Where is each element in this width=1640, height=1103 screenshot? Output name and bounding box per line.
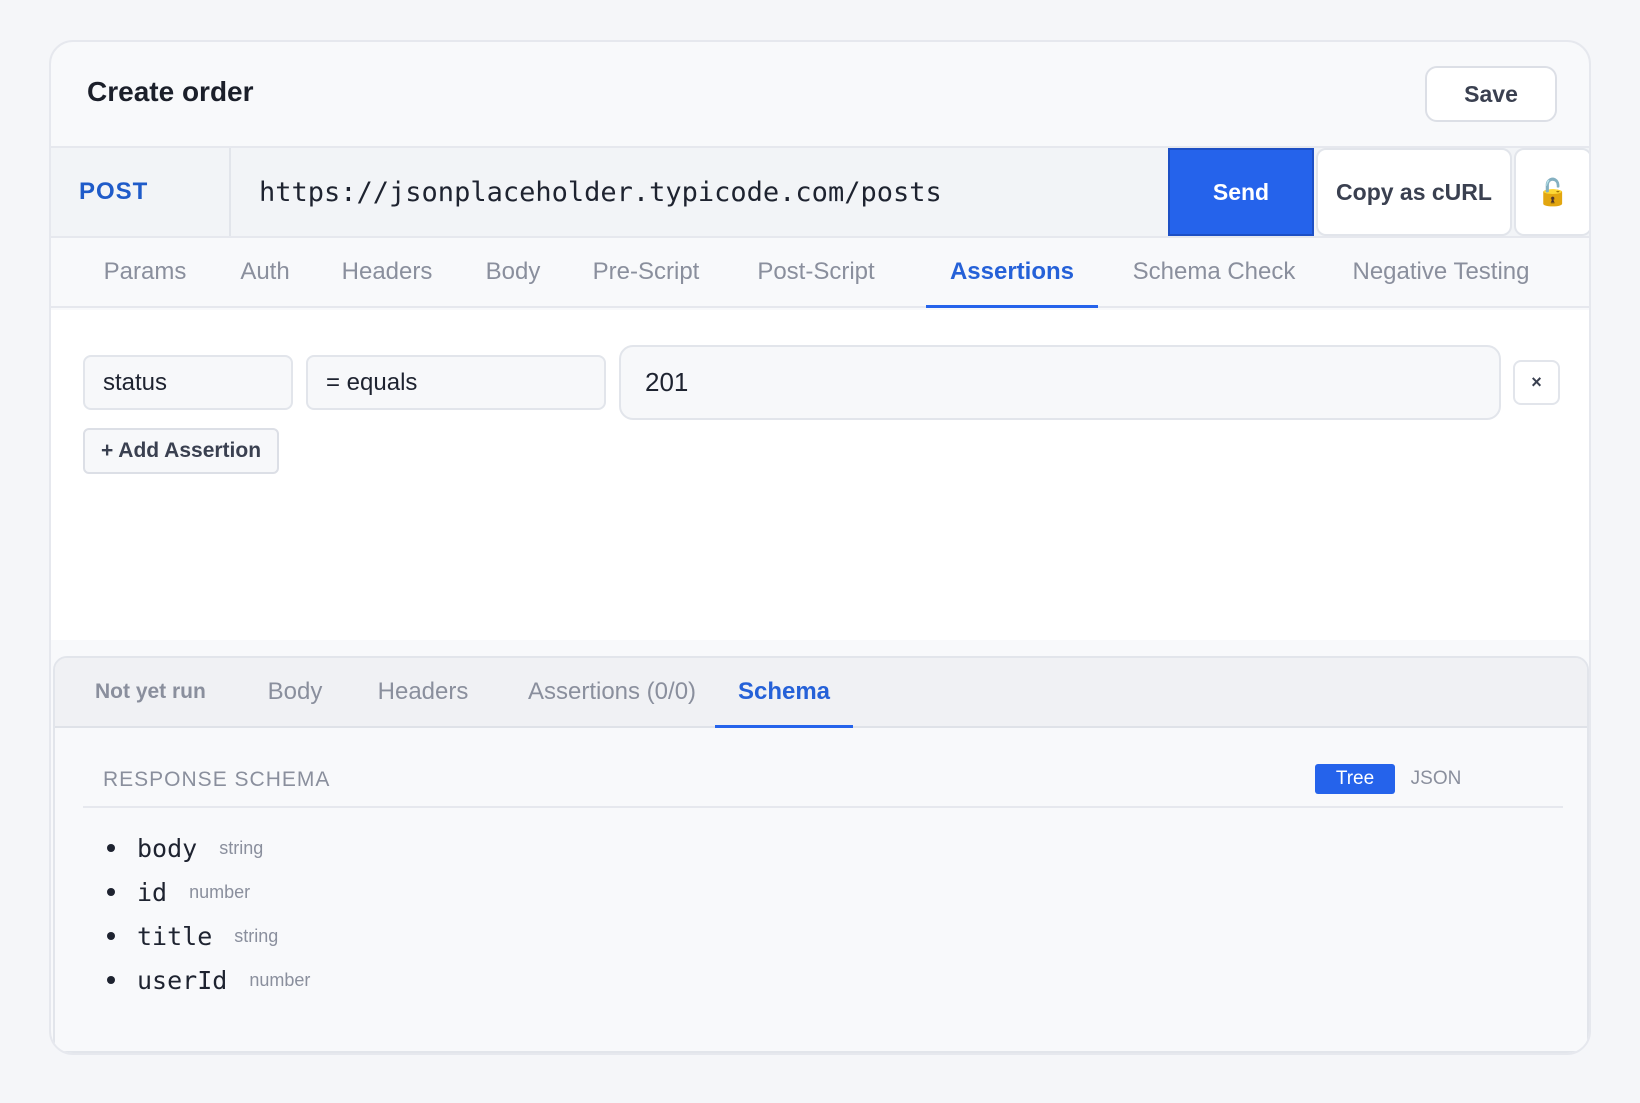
tab-schema-check[interactable]: Schema Check xyxy=(1109,238,1319,306)
property-name: title xyxy=(137,921,213,951)
assertions-panel: status = equals 201 × + Add Assertion xyxy=(51,310,1589,640)
schema-property: body string xyxy=(107,826,310,870)
method-selector[interactable]: POST xyxy=(51,148,231,236)
lock-button[interactable]: 🔓 xyxy=(1514,148,1589,236)
request-tabs: Params Auth Headers Body Pre-Script Post… xyxy=(51,238,1589,308)
property-type: number xyxy=(189,881,251,902)
response-tab-assertions[interactable]: Assertions (0/0) xyxy=(509,658,715,726)
response-tab-body[interactable]: Body xyxy=(245,658,345,726)
schema-tree: body string id number title string userI… xyxy=(107,826,310,1002)
tab-assertions[interactable]: Assertions xyxy=(926,238,1098,308)
schema-property: id number xyxy=(107,870,310,914)
response-panel: Not yet run Body Headers Assertions (0/0… xyxy=(53,656,1589,1053)
copy-curl-button[interactable]: Copy as cURL xyxy=(1316,148,1512,236)
save-button[interactable]: Save xyxy=(1425,66,1557,122)
bullet-icon xyxy=(107,976,115,984)
tab-auth[interactable]: Auth xyxy=(215,238,315,306)
close-icon: × xyxy=(1531,372,1542,392)
response-tabs: Not yet run Body Headers Assertions (0/0… xyxy=(55,658,1587,728)
add-assertion-button[interactable]: + Add Assertion xyxy=(83,428,279,474)
response-tab-headers[interactable]: Headers xyxy=(357,658,489,726)
tab-negative-testing[interactable]: Negative Testing xyxy=(1331,238,1551,306)
request-card: Create order Save POST https://jsonplace… xyxy=(49,40,1591,1055)
property-type: number xyxy=(249,969,311,990)
property-name: body xyxy=(137,833,198,863)
schema-header: RESPONSE SCHEMA Tree JSON xyxy=(83,758,1563,808)
property-name: id xyxy=(137,877,168,907)
assertion-value-input[interactable]: 201 xyxy=(619,345,1501,420)
tab-params[interactable]: Params xyxy=(79,238,211,306)
bullet-icon xyxy=(107,844,115,852)
url-bar: POST https://jsonplaceholder.typicode.co… xyxy=(51,148,1589,238)
response-status: Not yet run xyxy=(95,680,206,703)
schema-property: userId number xyxy=(107,958,310,1002)
unlock-icon: 🔓 xyxy=(1536,176,1570,207)
send-button[interactable]: Send xyxy=(1168,148,1314,236)
assertion-field-input[interactable]: status xyxy=(83,355,293,410)
tab-post-script[interactable]: Post-Script xyxy=(731,238,901,306)
bullet-icon xyxy=(107,888,115,896)
tab-pre-script[interactable]: Pre-Script xyxy=(571,238,721,306)
bullet-icon xyxy=(107,932,115,940)
tab-headers[interactable]: Headers xyxy=(321,238,453,306)
remove-assertion-button[interactable]: × xyxy=(1513,360,1560,405)
property-type: string xyxy=(219,837,264,858)
property-name: userId xyxy=(137,965,228,995)
url-input[interactable]: https://jsonplaceholder.typicode.com/pos… xyxy=(259,148,942,236)
assertion-operator-select[interactable]: = equals xyxy=(306,355,606,410)
request-header: Create order Save xyxy=(51,42,1589,148)
property-type: string xyxy=(234,925,279,946)
schema-property: title string xyxy=(107,914,310,958)
request-title: Create order xyxy=(87,76,254,107)
schema-title: RESPONSE SCHEMA xyxy=(103,768,331,791)
tab-body[interactable]: Body xyxy=(463,238,563,306)
response-tab-schema[interactable]: Schema xyxy=(715,658,853,728)
tree-view-button[interactable]: Tree xyxy=(1315,764,1395,794)
json-view-button[interactable]: JSON xyxy=(1401,764,1471,794)
